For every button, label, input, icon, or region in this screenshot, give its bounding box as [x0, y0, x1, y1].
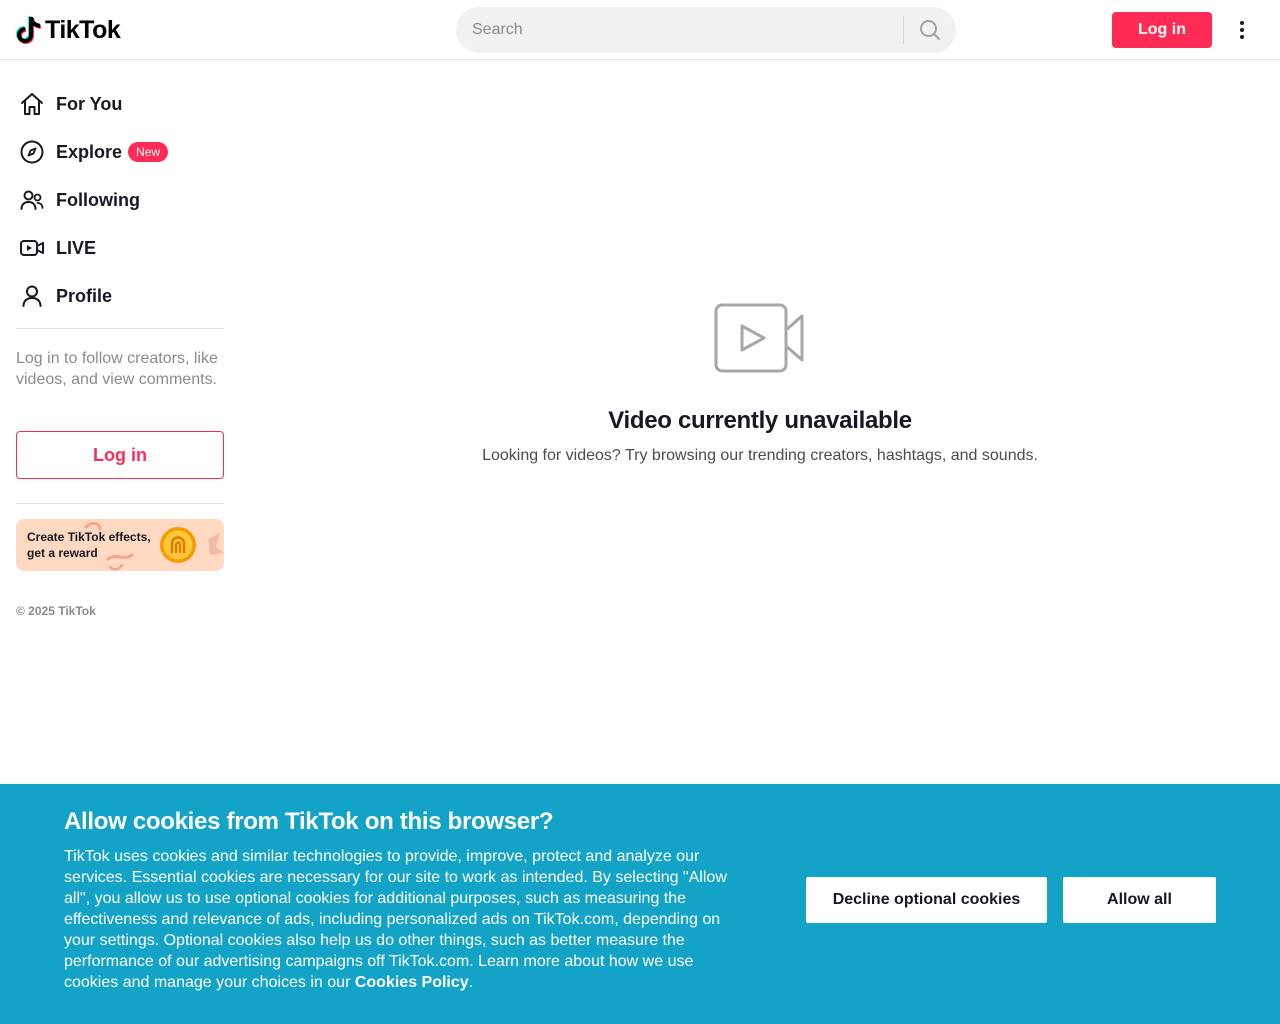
search-icon [920, 20, 940, 40]
live-icon [16, 232, 48, 264]
tiktok-logo[interactable]: TikTok [16, 14, 121, 46]
new-badge: New [128, 142, 169, 162]
search-divider [903, 16, 904, 44]
video-camera-icon [714, 303, 804, 373]
search-bar [456, 7, 956, 53]
sidebar-item-profile[interactable]: Profile [16, 276, 224, 316]
sidebar-divider [16, 328, 224, 329]
search-input[interactable] [472, 7, 892, 53]
sidebar-divider [16, 503, 224, 504]
logo-wordmark: TikTok [45, 15, 121, 44]
cookies-policy-link[interactable]: Cookies Policy [355, 974, 469, 991]
coin-icon [160, 527, 196, 563]
sidebar-login-button[interactable]: Log in [16, 431, 224, 479]
unavailable-title: Video currently unavailable [608, 407, 912, 434]
sidebar-item-explore[interactable]: Explore New [16, 132, 224, 172]
compass-icon [16, 136, 48, 168]
tiktok-note-icon [16, 16, 41, 44]
sidebar-item-label: Following [56, 189, 140, 210]
copyright-text: © 2025 TikTok [16, 604, 96, 618]
header-login-button[interactable]: Log in [1112, 12, 1212, 48]
home-icon [16, 88, 48, 120]
sidebar-item-label: LIVE [56, 237, 97, 258]
more-options-button[interactable] [1228, 14, 1256, 46]
video-unavailable-panel: Video currently unavailable Looking for … [240, 60, 1280, 780]
sidebar-item-label: For You [56, 93, 123, 114]
cookie-body-end: . [468, 974, 474, 991]
cookie-body: TikTok uses cookies and similar technolo… [64, 846, 732, 993]
top-header: TikTok Log in [0, 0, 1280, 60]
unavailable-subtitle: Looking for videos? Try browsing our tre… [482, 447, 1038, 464]
sidebar-item-live[interactable]: LIVE [16, 228, 224, 268]
cookie-title: Allow cookies from TikTok on this browse… [64, 808, 554, 835]
sidebar-item-label: Explore [56, 141, 123, 162]
login-hint-text: Log in to follow creators, like videos, … [16, 350, 218, 388]
search-button[interactable] [908, 7, 952, 53]
people-icon [16, 184, 48, 216]
cookie-consent-banner: Allow cookies from TikTok on this browse… [0, 784, 1280, 1024]
sidebar-item-label: Profile [56, 285, 113, 306]
allow-all-cookies-button[interactable]: Allow all [1063, 877, 1216, 923]
more-vertical-icon [1240, 21, 1244, 39]
decline-cookies-button[interactable]: Decline optional cookies [806, 877, 1047, 923]
effects-banner-text: Create TikTok effects, get a reward [27, 530, 151, 560]
cookie-body-text: TikTok uses cookies and similar technolo… [64, 848, 727, 991]
person-icon [16, 280, 48, 312]
sidebar-item-following[interactable]: Following [16, 180, 224, 220]
sidebar-item-for-you[interactable]: For You [16, 84, 224, 124]
effects-reward-banner[interactable]: Create TikTok effects, get a reward [16, 519, 224, 571]
